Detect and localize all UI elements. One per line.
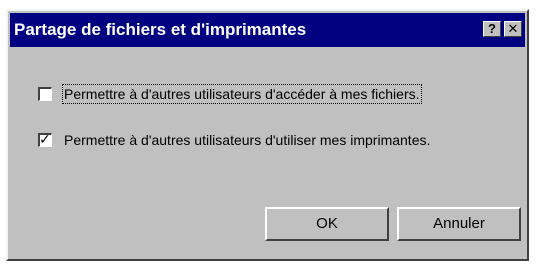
share-files-label[interactable]: Permettre à d'autres utilisateurs d'accé… <box>62 84 422 104</box>
share-files-option[interactable]: Permettre à d'autres utilisateurs d'accé… <box>38 84 422 104</box>
dialog-title: Partage de fichiers et d'imprimantes <box>14 20 307 39</box>
checkmark-icon: ✓ <box>39 131 51 147</box>
close-button[interactable]: ✕ <box>504 21 522 37</box>
share-printers-checkbox[interactable]: ✓ <box>38 131 52 147</box>
question-mark-icon: ? <box>488 21 496 36</box>
share-files-checkbox[interactable] <box>38 87 52 101</box>
help-button[interactable]: ? <box>483 21 501 37</box>
cancel-button[interactable]: Annuler <box>397 207 521 241</box>
share-printers-option[interactable]: ✓ Permettre à d'autres utilisateurs d'ut… <box>38 130 430 150</box>
file-printer-sharing-dialog: Partage de fichiers et d'imprimantes ? ✕… <box>6 9 529 261</box>
share-printers-label[interactable]: Permettre à d'autres utilisateurs d'util… <box>64 132 430 148</box>
close-icon: ✕ <box>507 21 519 36</box>
title-bar[interactable]: Partage de fichiers et d'imprimantes ? ✕ <box>10 13 525 47</box>
ok-button[interactable]: OK <box>265 207 389 241</box>
